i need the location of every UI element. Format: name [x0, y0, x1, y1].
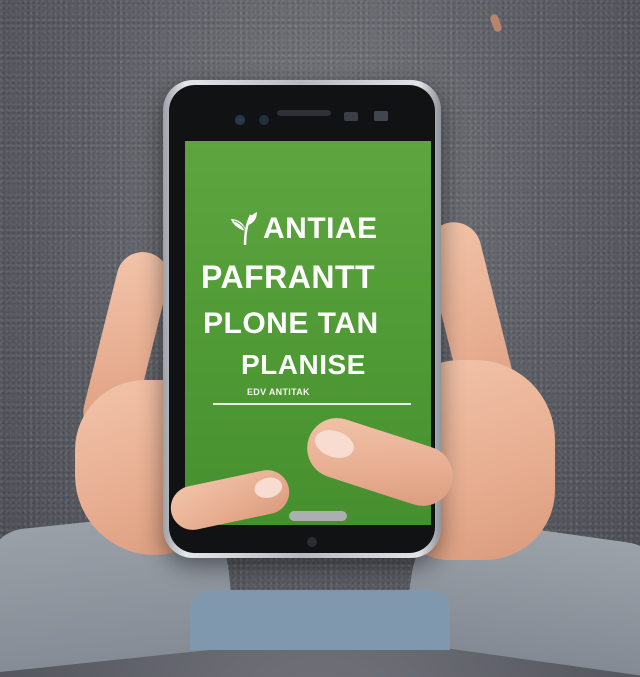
title-line-1: ANTIAE	[263, 212, 378, 245]
subtitle: EDV ANTITAK	[247, 387, 310, 397]
jeans	[190, 590, 450, 650]
home-button[interactable]	[289, 511, 347, 521]
title-line-2: PAFRANTT	[201, 259, 376, 295]
right-thumbnail	[311, 425, 358, 463]
title-line-4: PLANISE	[241, 349, 366, 380]
sensor	[374, 111, 388, 121]
divider	[213, 403, 411, 405]
bottom-sensor	[307, 537, 317, 547]
left-thumbnail	[252, 475, 285, 501]
sensor	[344, 112, 358, 121]
proximity-sensor	[259, 115, 269, 125]
earpiece-speaker	[277, 110, 331, 116]
front-camera	[235, 115, 245, 125]
title-line-3: PLONE TAN	[203, 307, 379, 340]
logo-line: ANTIAE	[229, 211, 378, 247]
leaf-icon	[231, 212, 257, 246]
